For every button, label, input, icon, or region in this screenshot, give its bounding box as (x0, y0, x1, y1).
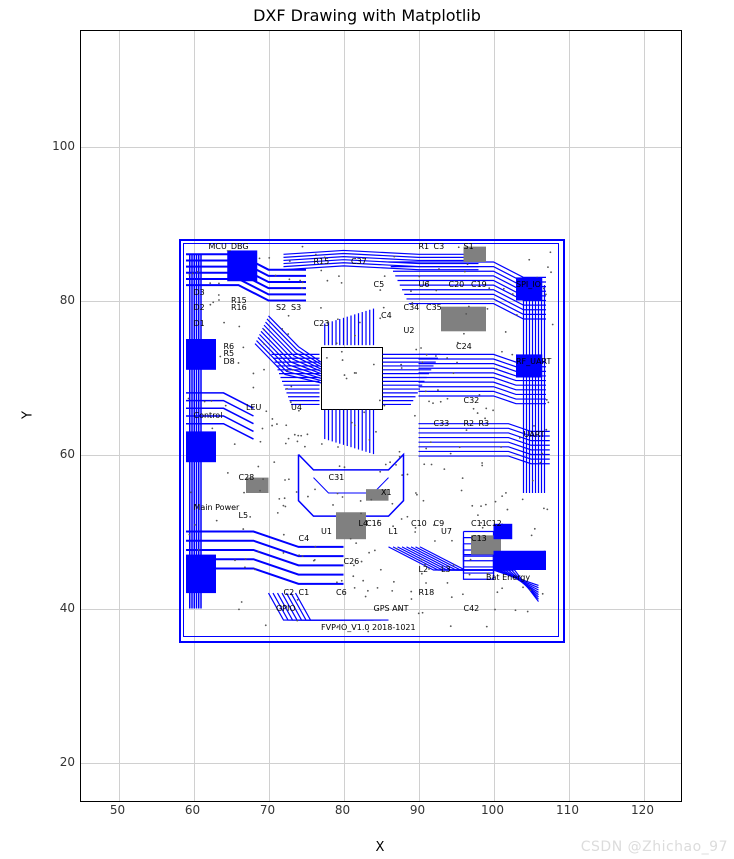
pcb-text-label: L4 (359, 519, 369, 528)
pcb-text-label: D3 (194, 288, 205, 297)
pcb-text-label: R16 (231, 303, 247, 312)
pcb-text-label: X1 (381, 488, 392, 497)
pcb-text-label: S1 (464, 242, 474, 251)
pcb-text-label: L5 (239, 511, 249, 520)
xtick-label: 70 (260, 803, 275, 817)
pcb-text-label: C34 (404, 303, 420, 312)
pcb-text-label: U2 (404, 326, 415, 335)
pcb-text-label: C24 (456, 342, 472, 351)
pcb-text-label: R2 (464, 419, 475, 428)
pcb-text-label: C35 (426, 303, 442, 312)
pcb-text-label: RF_UART (516, 357, 551, 366)
pcb-text-label: C13 (471, 534, 487, 543)
watermark-text: CSDN @Zhichao_97 (581, 839, 728, 855)
pcb-text-label: C19 (471, 280, 487, 289)
pcb-traces (81, 31, 681, 801)
xtick-label: 100 (481, 803, 504, 817)
ytick-label: 60 (35, 447, 75, 461)
pcb-text-label: C28 (239, 473, 255, 482)
xtick-label: 110 (556, 803, 579, 817)
pcb-text-label: GPIO (276, 604, 296, 613)
ytick-label: 80 (35, 293, 75, 307)
pcb-text-label: C33 (434, 419, 450, 428)
pcb-text-label: L3 (441, 565, 451, 574)
axes-area: MCU_DBGD3R15C37R1C3S1C5U6C20C19SPI_IOR15… (80, 30, 682, 802)
xtick-label: 90 (410, 803, 425, 817)
pcb-text-label: Main Power (194, 503, 240, 512)
pcb-text-label: C4 (381, 311, 392, 320)
pcb-text-label: C16 (366, 519, 382, 528)
pcb-text-label: S3 (291, 303, 301, 312)
xtick-label: 50 (110, 803, 125, 817)
figure-container: DXF Drawing with Matplotlib MCU_DBGD3R15… (0, 0, 734, 859)
xtick-label: 60 (185, 803, 200, 817)
pcb-text-label: R18 (419, 588, 435, 597)
pcb-text-label: U1 (321, 527, 332, 536)
pcb-text-label: R15 (314, 257, 330, 266)
pcb-text-label: Bat Energy (486, 573, 530, 582)
pcb-text-label: C5 (374, 280, 385, 289)
pcb-text-label: C6 (336, 588, 347, 597)
ytick-label: 100 (35, 139, 75, 153)
pcb-text-label: C20 (449, 280, 465, 289)
pcb-drawing: MCU_DBGD3R15C37R1C3S1C5U6C20C19SPI_IOR15… (81, 31, 681, 801)
pcb-text-label: C31 (329, 473, 345, 482)
pcb-text-label: C12 (486, 519, 502, 528)
pcb-text-label: C2 (284, 588, 295, 597)
pcb-text-label: D2 (194, 303, 205, 312)
pcb-text-label: C4 (299, 534, 310, 543)
pcb-text-label: U6 (419, 280, 430, 289)
pcb-text-label: LEU (246, 403, 261, 412)
pcb-text-label: D1 (194, 319, 205, 328)
pcb-text-label: C3 (434, 242, 445, 251)
pcb-text-label: D8 (224, 357, 235, 366)
pcb-text-label: U7 (441, 527, 452, 536)
xtick-label: 80 (335, 803, 350, 817)
pcb-text-label: C26 (344, 557, 360, 566)
pcb-text-label: C11 (471, 519, 487, 528)
pcb-text-label: C1 (299, 588, 310, 597)
pcb-text-label: R3 (479, 419, 490, 428)
pcb-text-label: R1 (419, 242, 430, 251)
pcb-text-label: Control (194, 411, 223, 420)
pcb-text-label: C23 (314, 319, 330, 328)
pcb-text-label: L1 (389, 527, 399, 536)
pcb-text-label: C37 (351, 257, 367, 266)
pcb-text-label: C32 (464, 396, 480, 405)
chart-title: DXF Drawing with Matplotlib (0, 6, 734, 25)
pcb-text-label: UART (524, 430, 545, 439)
pcb-text-label: SPI_IO (516, 280, 541, 289)
pcb-text-label: U4 (291, 403, 302, 412)
pcb-text-label: C42 (464, 604, 480, 613)
pcb-text-label: C10 (411, 519, 427, 528)
ytick-label: 20 (35, 755, 75, 769)
pcb-text-label: FVP-IO_V1.0 2018-1021 (321, 623, 416, 632)
pcb-text-label: S2 (276, 303, 286, 312)
xtick-label: 120 (631, 803, 654, 817)
pcb-text-label: MCU_DBG (209, 242, 249, 251)
ytick-label: 40 (35, 601, 75, 615)
pcb-text-label: L2 (419, 565, 429, 574)
pcb-text-label: GPS ANT (374, 604, 409, 613)
